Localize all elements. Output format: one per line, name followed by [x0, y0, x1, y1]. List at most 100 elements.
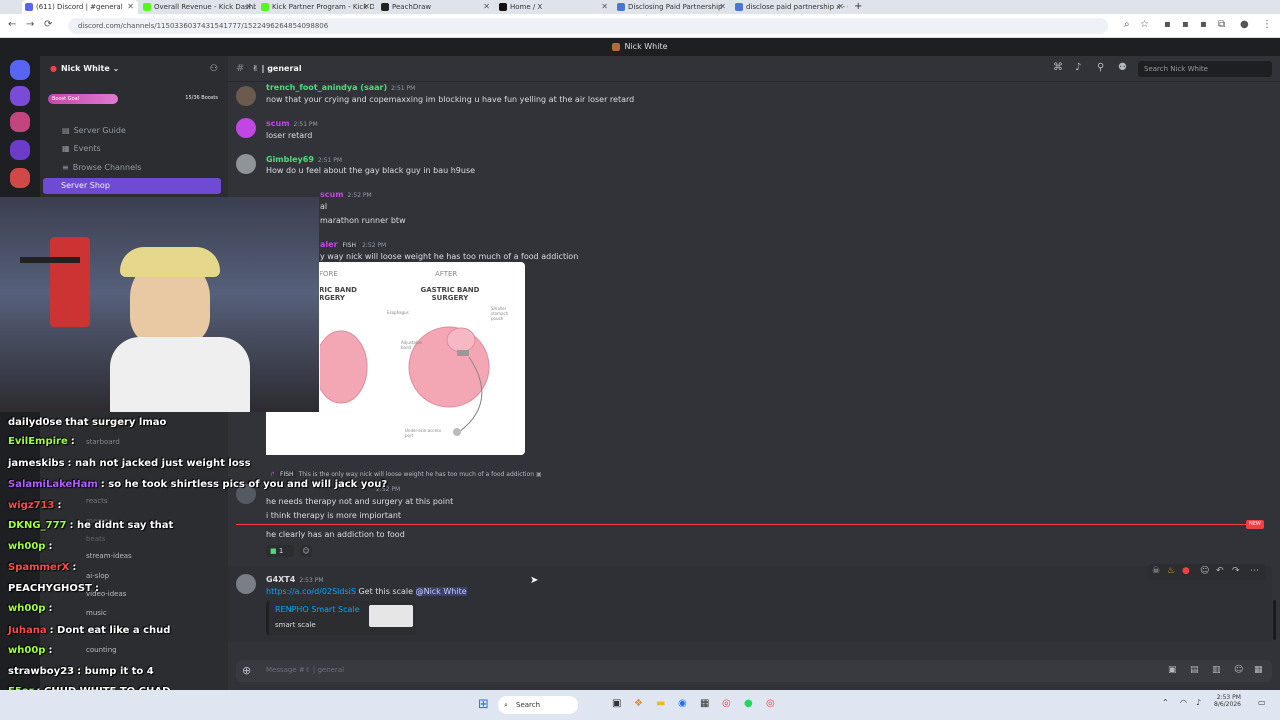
- taskbar-search[interactable]: ⌕ Search: [498, 696, 578, 714]
- gift-icon[interactable]: ▣: [1168, 665, 1177, 675]
- scrollbar[interactable]: [1273, 600, 1276, 640]
- close-icon[interactable]: ✕: [127, 0, 134, 14]
- avatar[interactable]: [236, 574, 256, 594]
- message-input[interactable]: Message #✌ | general: [266, 666, 344, 674]
- sidebar-item-browse-channels[interactable]: ≡ Browse Channels: [62, 163, 141, 172]
- reaction-chip[interactable]: ■ 1: [266, 545, 294, 557]
- tab-kick-partner[interactable]: Kick Partner Program - Kick Da ✕: [258, 0, 374, 14]
- channel-item[interactable]: ai-slop: [86, 572, 109, 580]
- sidebar-item-server-shop[interactable]: Server Shop: [43, 178, 221, 194]
- pin-icon[interactable]: ⚲: [1097, 62, 1104, 73]
- wifi-icon[interactable]: ◠: [1180, 698, 1187, 707]
- sidebar-item-events[interactable]: ▦ Events: [62, 144, 101, 153]
- apps-icon[interactable]: ▦: [1254, 665, 1263, 675]
- fire-reaction-icon[interactable]: ♨: [1167, 566, 1175, 576]
- close-icon[interactable]: ✕: [245, 0, 252, 14]
- member-list-icon[interactable]: ⚉: [1118, 62, 1127, 73]
- menu-icon[interactable]: ⋮: [1262, 19, 1272, 30]
- notification-bell-icon[interactable]: ♪: [1075, 62, 1081, 73]
- channel-item[interactable]: reacts: [86, 497, 108, 505]
- tab-google-search[interactable]: disclose paid partnership x - Go ✕: [732, 0, 848, 14]
- channel-item[interactable]: music: [86, 609, 107, 617]
- embed-title[interactable]: RENPHO Smart Scale: [275, 605, 360, 614]
- search-input[interactable]: Search Nick White: [1138, 61, 1272, 77]
- emoji-reaction-icon[interactable]: ●: [1182, 566, 1190, 576]
- threads-icon[interactable]: ⌘: [1053, 62, 1063, 73]
- server-name-header[interactable]: ● Nick White ⌄: [50, 64, 119, 73]
- tray-icon[interactable]: ⌃: [1162, 698, 1169, 707]
- close-icon[interactable]: ✕: [601, 0, 608, 14]
- tab-kick-dashboard[interactable]: Overall Revenue - Kick Dashbo ✕: [140, 0, 256, 14]
- reply-icon[interactable]: ↶: [1216, 566, 1224, 576]
- reply-preview[interactable]: ↱ FISH This is the only way nick will loos…: [270, 471, 542, 478]
- link-embed: RENPHO Smart Scale smart scale: [266, 601, 416, 635]
- reload-icon[interactable]: ⟳: [44, 19, 52, 30]
- invite-user-icon[interactable]: ⚇: [210, 64, 218, 74]
- close-icon[interactable]: ✕: [719, 0, 726, 14]
- volume-icon[interactable]: ♪: [1196, 698, 1201, 707]
- clock[interactable]: 2:53 PM 8/6/2026: [1214, 694, 1241, 708]
- url-input[interactable]: discord.com/channels/1150336037431541777…: [68, 18, 1108, 34]
- zoom-icon[interactable]: ⌕: [1124, 19, 1130, 30]
- link[interactable]: https://a.co/d/02SldsiS: [266, 587, 356, 596]
- sidebar-item-label: Server Shop: [61, 181, 110, 190]
- tab-x-home[interactable]: Home / X ✕: [496, 0, 612, 14]
- app-icon[interactable]: ▦: [700, 698, 709, 709]
- edge-icon[interactable]: ◉: [678, 698, 687, 709]
- embed-thumbnail[interactable]: [369, 605, 413, 627]
- extension-icon[interactable]: ▪: [1182, 19, 1189, 30]
- sticker-icon[interactable]: ▥: [1212, 665, 1221, 675]
- widgets-icon[interactable]: ❖: [634, 698, 643, 709]
- gif-icon[interactable]: ▤: [1190, 665, 1199, 675]
- chrome-icon[interactable]: ◎: [722, 698, 731, 709]
- mention[interactable]: @Nick White: [415, 587, 467, 596]
- emoji-icon[interactable]: ☺: [1234, 665, 1243, 675]
- boost-goal-bar[interactable]: Boost Goal: [48, 94, 118, 104]
- close-icon[interactable]: ✕: [483, 0, 490, 14]
- tab-peachdraw[interactable]: PeachDraw ✕: [378, 0, 494, 14]
- file-explorer-icon[interactable]: ▬: [656, 698, 665, 709]
- channel-item[interactable]: starboard: [86, 438, 120, 446]
- profile-avatar[interactable]: ●: [1240, 19, 1249, 30]
- avatar[interactable]: [236, 86, 256, 106]
- extension-icon[interactable]: ▪: [1200, 19, 1207, 30]
- channel-item[interactable]: stream-ideas: [86, 552, 132, 560]
- channel-item[interactable]: beats: [86, 535, 105, 543]
- bookmark-star-icon[interactable]: ☆: [1140, 19, 1149, 30]
- task-view-icon[interactable]: ▣: [612, 698, 621, 709]
- channel-item[interactable]: counting: [86, 646, 117, 654]
- channel-item[interactable]: video-ideas: [86, 590, 126, 598]
- server-icon[interactable]: [10, 112, 30, 132]
- puzzle-icon[interactable]: ⧉: [1218, 19, 1225, 30]
- tab-disclosing[interactable]: Disclosing Paid Partnership ✕: [614, 0, 730, 14]
- channel-item[interactable]: memes: [86, 517, 112, 525]
- message: scum 2:51 PM: [266, 119, 318, 128]
- server-icon[interactable]: [10, 140, 30, 160]
- forward-icon[interactable]: ↷: [1232, 566, 1240, 576]
- close-icon[interactable]: ✕: [837, 0, 844, 14]
- extension-icon[interactable]: ▪: [1164, 19, 1171, 30]
- add-attachment-icon[interactable]: ⊕: [242, 664, 251, 677]
- server-icon[interactable]: [10, 168, 30, 188]
- gastric-band-image[interactable]: FORE AFTER RIC BAND RGERY GASTRIC BAND S…: [319, 262, 525, 455]
- forward-icon[interactable]: →: [26, 19, 34, 30]
- discord-home-icon[interactable]: [10, 60, 30, 80]
- add-reaction-icon[interactable]: ☺: [300, 545, 312, 557]
- skull-reaction-icon[interactable]: ☠: [1152, 566, 1160, 576]
- channels-icon: ≡: [62, 163, 69, 172]
- windows-start-icon[interactable]: ⊞: [478, 697, 489, 712]
- sidebar-item-server-guide[interactable]: ▤ Server Guide: [62, 126, 126, 135]
- avatar[interactable]: [236, 154, 256, 174]
- chrome-icon[interactable]: ◎: [766, 698, 775, 709]
- more-icon[interactable]: ⋯: [1250, 566, 1259, 576]
- add-reaction-icon[interactable]: ☺: [1200, 566, 1209, 576]
- back-icon[interactable]: ←: [8, 19, 16, 30]
- message: aler FISH 2:52 PM: [320, 240, 387, 249]
- new-tab-button[interactable]: +: [852, 0, 866, 14]
- spotify-icon[interactable]: ●: [744, 698, 753, 709]
- tab-discord[interactable]: (611) Discord | #general ✕: [22, 0, 138, 14]
- notification-icon[interactable]: ▭: [1258, 698, 1266, 707]
- close-icon[interactable]: ✕: [363, 0, 370, 14]
- server-icon[interactable]: [10, 86, 30, 106]
- avatar[interactable]: [236, 118, 256, 138]
